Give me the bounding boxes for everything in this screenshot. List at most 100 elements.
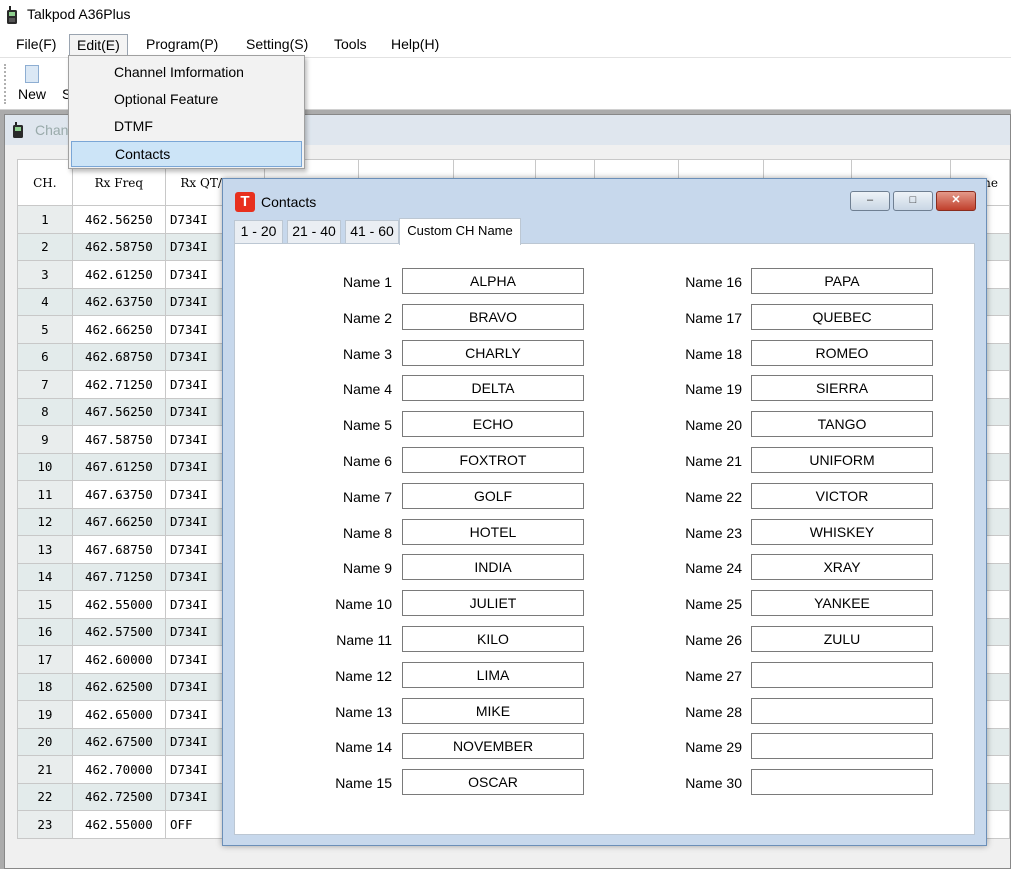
channel-number-cell[interactable]: 13 <box>17 535 73 564</box>
close-icon[interactable]: ✕ <box>936 191 976 211</box>
contact-name-input[interactable] <box>402 697 584 724</box>
tab-21-40[interactable]: 21 - 40 <box>287 220 341 243</box>
tab-1-20[interactable]: 1 - 20 <box>234 220 283 243</box>
channel-number-cell[interactable]: 7 <box>17 370 73 399</box>
rx-freq-cell[interactable]: 462.55000 <box>71 590 166 619</box>
channel-number-cell[interactable]: 17 <box>17 645 73 674</box>
rx-freq-cell[interactable]: 462.55000 <box>71 810 166 839</box>
contact-name-input[interactable] <box>751 769 933 796</box>
contact-name-input[interactable] <box>751 268 933 294</box>
edit-menu-dropdown: Channel Imformation Optional Feature DTM… <box>68 55 305 169</box>
contact-name-input[interactable] <box>751 518 933 545</box>
contact-name-input[interactable] <box>402 303 584 330</box>
contact-name-input[interactable] <box>402 482 584 509</box>
contact-name-label: Name 29 <box>685 739 742 756</box>
contact-name-input[interactable] <box>751 661 933 688</box>
contact-name-input[interactable] <box>751 733 933 760</box>
channel-number-cell[interactable]: 22 <box>17 782 73 811</box>
contact-name-input[interactable] <box>402 447 584 473</box>
channel-number-cell[interactable]: 20 <box>17 727 73 756</box>
channel-number-cell[interactable]: 14 <box>17 562 73 591</box>
channel-number-cell[interactable]: 23 <box>17 810 73 839</box>
rx-freq-cell[interactable]: 462.72500 <box>71 782 166 811</box>
channel-number-cell[interactable]: 18 <box>17 672 73 701</box>
menu-help[interactable]: Help(H) <box>384 34 446 58</box>
channel-number-cell[interactable]: 16 <box>17 617 73 646</box>
rx-freq-cell[interactable]: 462.60000 <box>71 645 166 674</box>
channel-number-cell[interactable]: 9 <box>17 425 73 454</box>
rx-freq-cell[interactable]: 467.66250 <box>71 507 166 536</box>
rx-freq-cell[interactable]: 462.63750 <box>71 287 166 316</box>
contact-name-input[interactable] <box>402 590 584 617</box>
tab-41-60[interactable]: 41 - 60 <box>345 220 399 243</box>
contact-name-label: Name 21 <box>685 453 742 469</box>
contact-name-input[interactable] <box>751 411 933 438</box>
tab-custom-ch-name[interactable]: Custom CH Name <box>399 218 521 245</box>
rx-freq-cell[interactable]: 467.61250 <box>71 452 166 481</box>
contact-name-label: Name 5 <box>342 417 392 434</box>
channel-number-cell[interactable]: 2 <box>17 232 73 261</box>
contact-name-input[interactable] <box>751 339 933 366</box>
menu-item-contacts[interactable]: Contacts <box>71 141 302 167</box>
toolbar-grip[interactable] <box>4 64 6 104</box>
channel-number-cell[interactable]: 5 <box>17 315 73 344</box>
contact-name-input[interactable] <box>402 268 584 294</box>
contacts-dialog-titlebar[interactable]: T Contacts – □ ✕ <box>223 179 986 215</box>
rx-freq-cell[interactable]: 467.58750 <box>71 425 166 454</box>
rx-freq-cell[interactable]: 462.65000 <box>71 700 166 729</box>
contact-name-input[interactable] <box>402 411 584 438</box>
contact-name-input[interactable] <box>751 554 933 581</box>
rx-freq-cell[interactable]: 462.68750 <box>71 342 166 371</box>
menu-item-dtmf[interactable]: DTMF <box>71 113 302 139</box>
contact-name-input[interactable] <box>751 375 933 402</box>
contact-name-input[interactable] <box>402 518 584 545</box>
rx-freq-cell[interactable]: 462.62500 <box>71 672 166 701</box>
rx-freq-cell[interactable]: 462.66250 <box>71 315 166 344</box>
menu-item-optional-feature[interactable]: Optional Feature <box>71 86 302 112</box>
channel-number-cell[interactable]: 11 <box>17 480 73 509</box>
minimize-icon[interactable]: – <box>850 191 890 211</box>
rx-freq-cell[interactable]: 467.71250 <box>71 562 166 591</box>
channel-number-cell[interactable]: 6 <box>17 342 73 371</box>
channel-number-cell[interactable]: 19 <box>17 700 73 729</box>
contact-name-input[interactable] <box>402 661 584 688</box>
channel-number-cell[interactable]: 3 <box>17 260 73 289</box>
contact-name-input[interactable] <box>751 303 933 330</box>
contact-name-input[interactable] <box>402 769 584 796</box>
channel-number-cell[interactable]: 4 <box>17 287 73 316</box>
menu-file[interactable]: File(F) <box>9 34 63 58</box>
contact-name-input[interactable] <box>751 447 933 473</box>
contact-name-input[interactable] <box>751 482 933 509</box>
menu-tools[interactable]: Tools <box>327 34 374 58</box>
channel-number-cell[interactable]: 10 <box>17 452 73 481</box>
rx-freq-cell[interactable]: 467.63750 <box>71 480 166 509</box>
radio-icon <box>7 6 17 24</box>
contact-name-input[interactable] <box>402 733 584 760</box>
rx-freq-cell[interactable]: 467.56250 <box>71 397 166 426</box>
rx-freq-cell[interactable]: 462.57500 <box>71 617 166 646</box>
rx-freq-cell[interactable]: 467.68750 <box>71 535 166 564</box>
channel-number-cell[interactable]: 21 <box>17 755 73 784</box>
app-titlebar: Talkpod A36Plus <box>0 0 1011 30</box>
contact-name-input[interactable] <box>402 339 584 366</box>
contact-name-input[interactable] <box>402 626 584 652</box>
contact-name-label: Name 22 <box>685 488 742 505</box>
contact-name-input[interactable] <box>751 626 933 652</box>
channel-number-cell[interactable]: 15 <box>17 590 73 619</box>
channel-number-cell[interactable]: 1 <box>17 205 73 234</box>
contact-name-input[interactable] <box>751 697 933 724</box>
contact-name-input[interactable] <box>402 375 584 402</box>
rx-freq-cell[interactable]: 462.71250 <box>71 370 166 399</box>
channel-number-cell[interactable]: 8 <box>17 397 73 426</box>
rx-freq-cell[interactable]: 462.70000 <box>71 755 166 784</box>
rx-freq-cell[interactable]: 462.56250 <box>71 205 166 234</box>
rx-freq-cell[interactable]: 462.67500 <box>71 727 166 756</box>
contact-name-input[interactable] <box>751 590 933 617</box>
new-button[interactable]: New <box>12 62 58 106</box>
rx-freq-cell[interactable]: 462.61250 <box>71 260 166 289</box>
contact-name-input[interactable] <box>402 554 584 581</box>
maximize-icon[interactable]: □ <box>893 191 933 211</box>
menu-item-channel-information[interactable]: Channel Imformation <box>71 59 302 85</box>
channel-number-cell[interactable]: 12 <box>17 507 73 536</box>
rx-freq-cell[interactable]: 462.58750 <box>71 232 166 261</box>
